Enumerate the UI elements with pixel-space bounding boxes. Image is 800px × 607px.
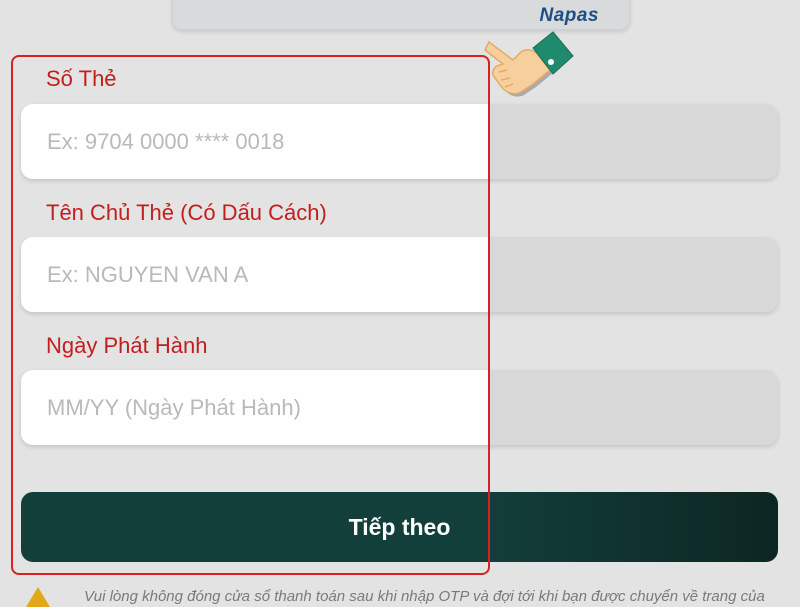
issue-date-label: Ngày Phát Hành xyxy=(46,333,208,358)
notice-text: Vui lòng không đóng cửa sổ thanh toán sa… xyxy=(84,588,765,605)
dimmed-overlay xyxy=(490,104,778,179)
issue-date-field-box xyxy=(21,370,778,445)
card-number-input[interactable] xyxy=(21,104,489,179)
card-holder-label: Tên Chủ Thẻ (Có Dấu Cách) xyxy=(46,200,327,225)
card-number-field-box xyxy=(21,104,778,179)
dimmed-overlay xyxy=(490,237,778,312)
dimmed-overlay xyxy=(490,370,778,445)
next-button[interactable]: Tiếp theo xyxy=(21,492,778,562)
pointing-hand-icon xyxy=(484,31,574,97)
issue-date-input[interactable] xyxy=(21,370,489,445)
card-holder-input[interactable] xyxy=(21,237,489,312)
card-number-label: Số Thẻ xyxy=(46,66,117,91)
warning-icon xyxy=(26,587,50,607)
card-holder-field-box xyxy=(21,237,778,312)
next-button-label: Tiếp theo xyxy=(348,514,451,540)
